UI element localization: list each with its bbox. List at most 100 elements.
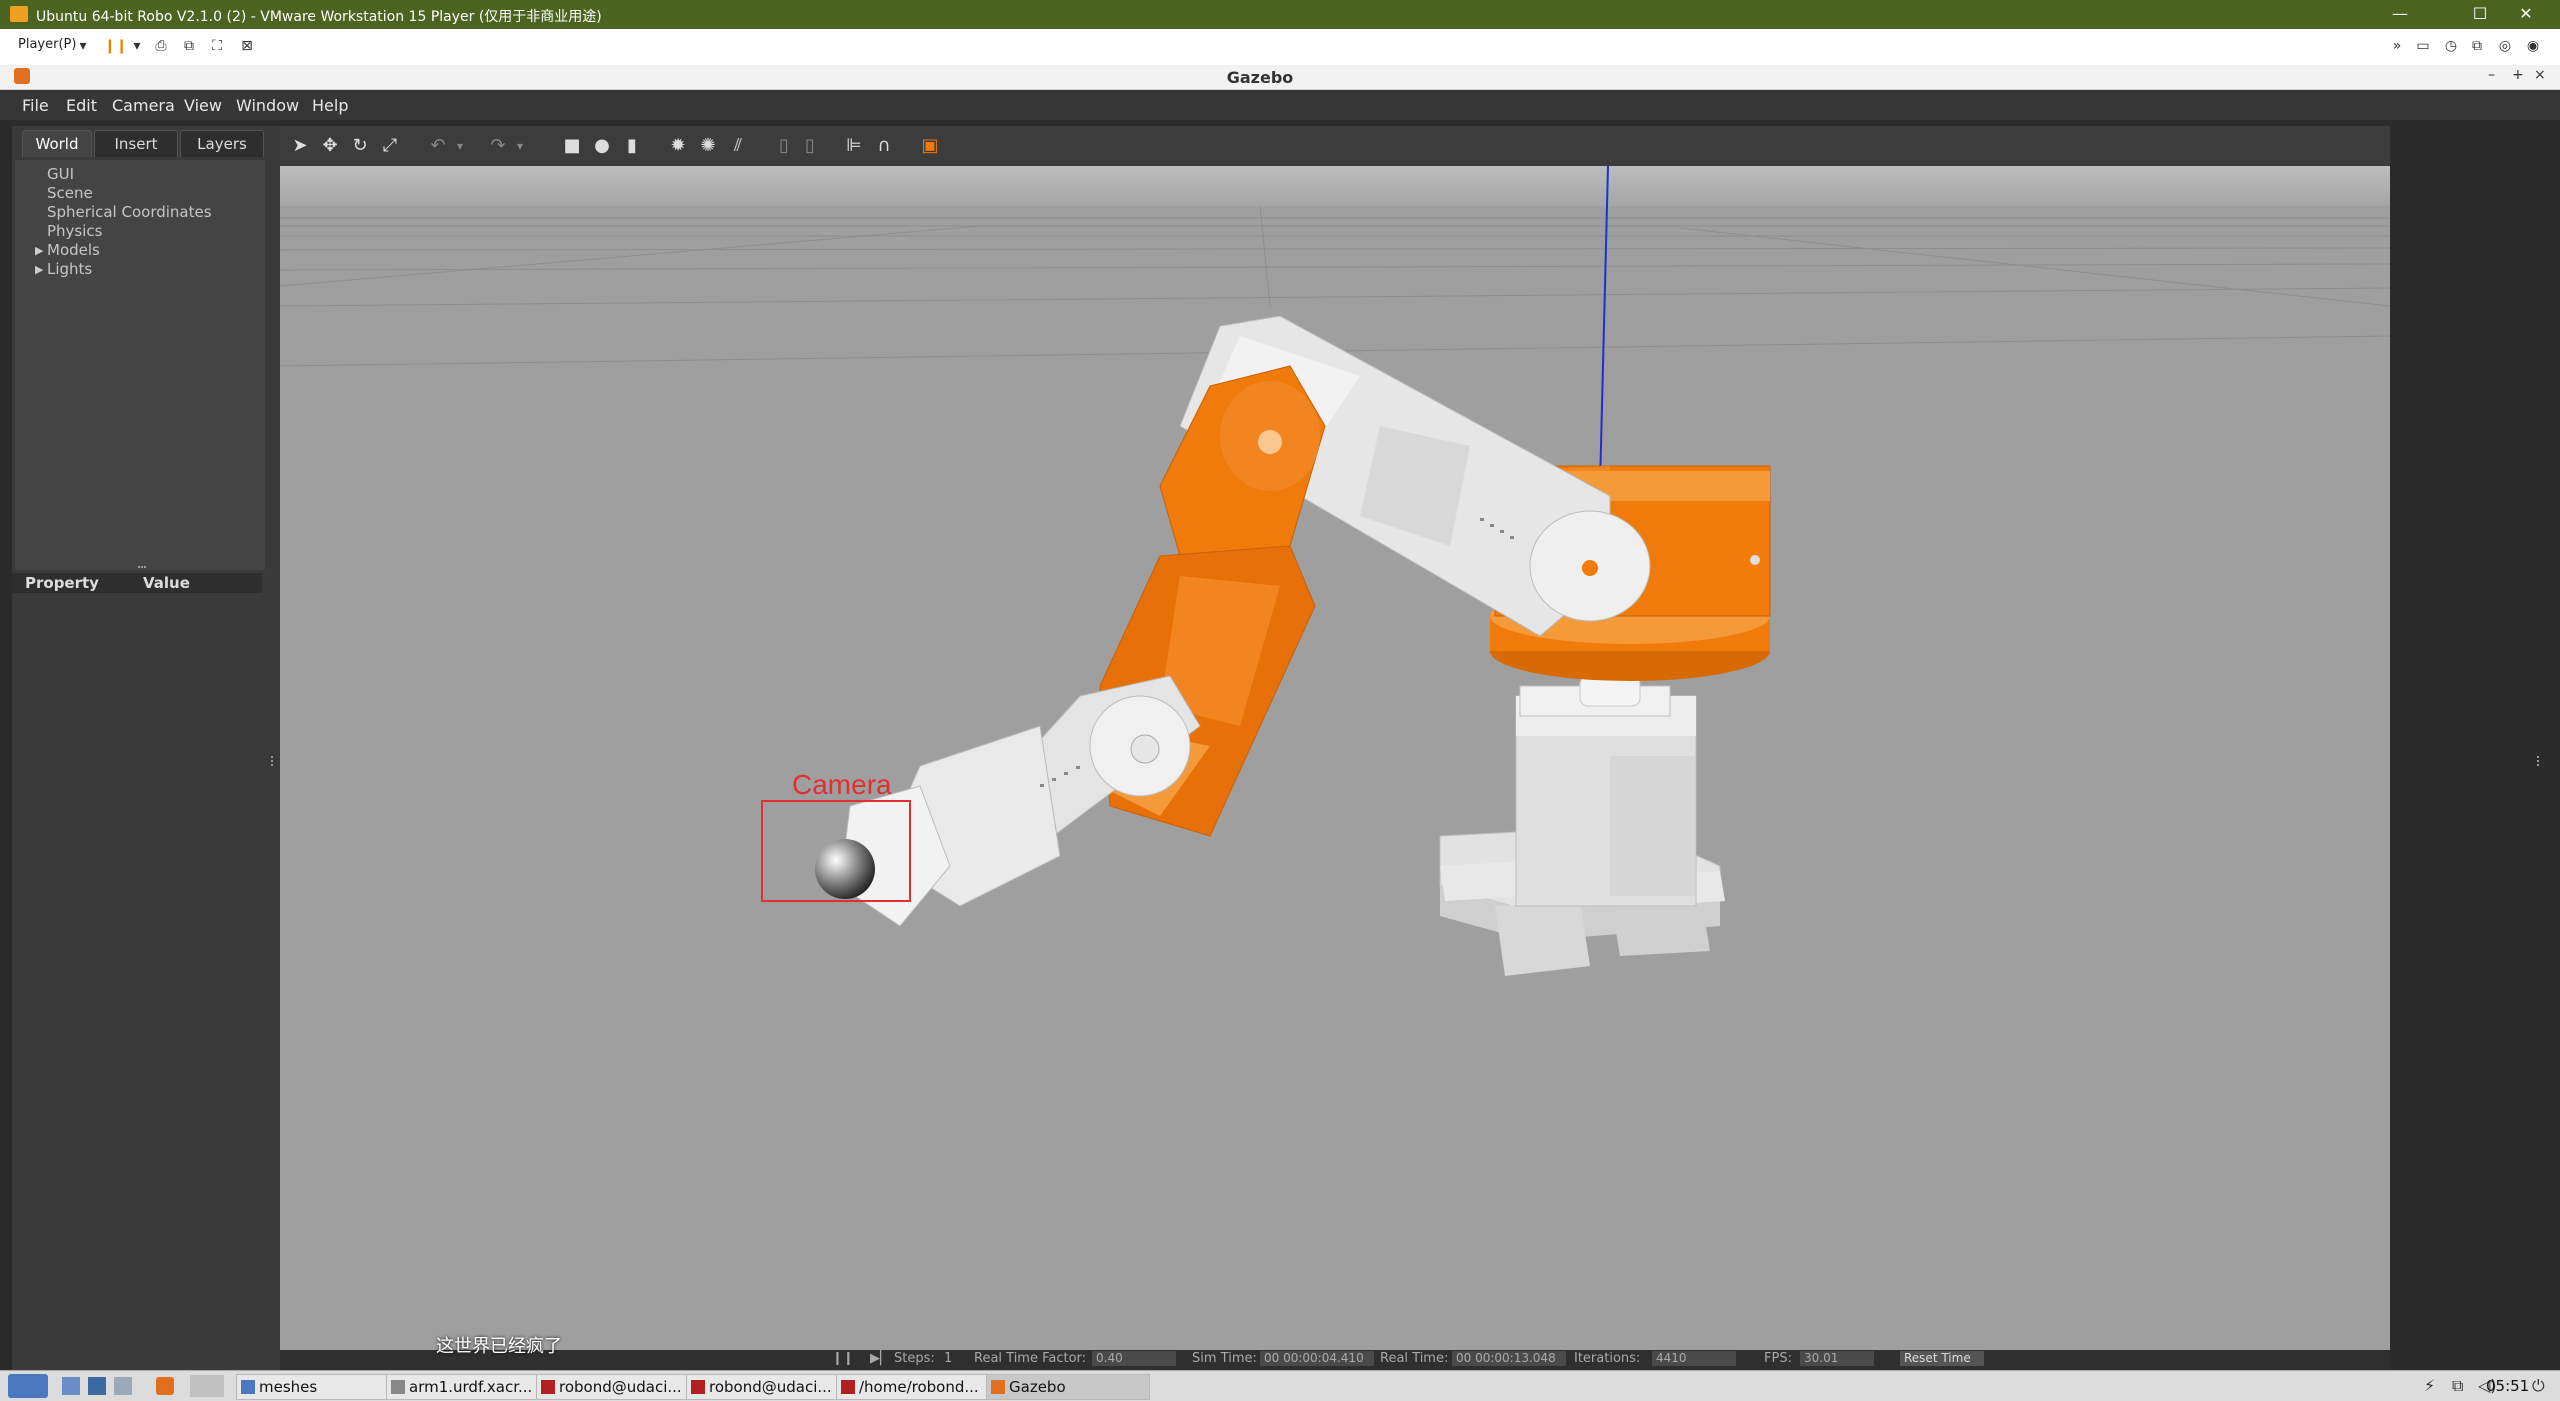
tree-item-models[interactable]: Models xyxy=(47,241,100,259)
unity-icon[interactable]: ⊠ xyxy=(238,38,256,54)
minimize-button[interactable]: — xyxy=(2380,3,2420,25)
dropdown-arrow-icon[interactable]: ▾ xyxy=(74,38,92,54)
expand-models-icon[interactable]: ▶ xyxy=(35,244,43,257)
tree-item-scene[interactable]: Scene xyxy=(47,184,93,202)
menu-view[interactable]: View xyxy=(184,96,222,115)
horizon-sky xyxy=(280,166,2390,206)
tree-item-spherical-coordinates[interactable]: Spherical Coordinates xyxy=(47,203,212,221)
window-title: Ubuntu 64-bit Robo V2.1.0 (2) - VMware W… xyxy=(36,9,602,25)
tab-insert[interactable]: Insert xyxy=(94,130,178,157)
redo-dropdown-icon[interactable]: ▾ xyxy=(510,136,530,156)
copy-icon[interactable]: ▯ xyxy=(774,136,794,156)
world-tree: GUI Scene Spherical Coordinates Physics … xyxy=(15,160,265,570)
rtf-value: 0.40 xyxy=(1092,1351,1176,1366)
expand-lights-icon[interactable]: ▶ xyxy=(35,263,43,276)
menu-window[interactable]: Window xyxy=(236,96,299,115)
directional-light-icon[interactable]: ⫽ xyxy=(728,136,748,156)
tree-item-gui[interactable]: GUI xyxy=(47,165,74,183)
tab-layers[interactable]: Layers xyxy=(180,130,264,157)
gazebo-title-bar: Gazebo – + × xyxy=(0,65,2560,90)
workspace-switcher[interactable] xyxy=(190,1375,224,1397)
undo-dropdown-icon[interactable]: ▾ xyxy=(450,136,470,156)
align-icon[interactable]: ⊫ xyxy=(844,136,864,156)
send-ctrl-alt-del-icon[interactable]: ⎙ xyxy=(152,38,170,54)
pause-icon[interactable]: ❙❙ xyxy=(104,38,127,54)
menu-help[interactable]: Help xyxy=(312,96,348,115)
task-arm1-urdf[interactable]: arm1.urdf.xacr... xyxy=(386,1374,550,1400)
terminal-launcher-icon[interactable] xyxy=(88,1377,106,1395)
iterations-value: 4410 xyxy=(1652,1351,1736,1366)
maximize-button[interactable]: ☐ xyxy=(2460,3,2500,25)
removable-devices-icon[interactable]: ⧉ xyxy=(180,38,198,54)
rtf-label: Real Time Factor: xyxy=(974,1351,1087,1366)
undo-icon[interactable]: ↶ xyxy=(428,136,448,156)
clock-icon[interactable]: ◷ xyxy=(2442,38,2460,54)
usb-icon[interactable]: ◎ xyxy=(2496,38,2514,54)
hdd-icon[interactable]: ▭ xyxy=(2414,38,2432,54)
steps-value[interactable]: 1 xyxy=(944,1351,952,1366)
fps-value: 30.01 xyxy=(1800,1351,1874,1366)
point-light-icon[interactable]: ✹ xyxy=(668,136,688,156)
tab-world[interactable]: World xyxy=(22,130,92,157)
task-home-folder[interactable]: /home/robond... xyxy=(836,1374,1000,1400)
cylinder-shape-icon[interactable]: ▮ xyxy=(622,136,642,156)
task-label: /home/robond... xyxy=(859,1378,979,1396)
gazebo-icon xyxy=(991,1380,1005,1394)
clock: 05:51 xyxy=(2486,1377,2530,1395)
tree-item-lights[interactable]: Lights xyxy=(47,260,92,278)
step-icon[interactable]: ▶▏ xyxy=(870,1351,890,1366)
task-terminal-1[interactable]: robond@udaci... xyxy=(536,1374,700,1400)
paste-icon[interactable]: ▯ xyxy=(800,136,820,156)
spot-light-icon[interactable]: ✺ xyxy=(698,136,718,156)
network-tray-icon[interactable]: ⧉ xyxy=(2452,1376,2463,1396)
menu-file[interactable]: File xyxy=(22,96,49,115)
property-column-header: Property xyxy=(25,574,99,592)
fullscreen-icon[interactable]: ⛶ xyxy=(208,38,226,54)
reset-time-button[interactable]: Reset Time xyxy=(1900,1351,1984,1366)
redo-icon[interactable]: ↷ xyxy=(488,136,508,156)
right-splitter-grip-icon[interactable] xyxy=(2537,756,2543,766)
iterations-label: Iterations: xyxy=(1574,1351,1641,1366)
snap-icon[interactable]: ∩ xyxy=(874,136,894,156)
gz-close-icon[interactable]: × xyxy=(2534,67,2546,83)
tree-item-physics[interactable]: Physics xyxy=(47,222,102,240)
menu-edit[interactable]: Edit xyxy=(66,96,97,115)
gz-maximize-icon[interactable]: + xyxy=(2512,67,2524,83)
start-menu-icon[interactable] xyxy=(8,1374,48,1398)
panel-splitter-grip-icon[interactable] xyxy=(138,566,146,571)
fps-label: FPS: xyxy=(1764,1351,1792,1366)
close-button[interactable]: ✕ xyxy=(2506,3,2546,25)
player-menu-button[interactable]: Player(P) xyxy=(18,37,76,52)
desktop-launcher-icon[interactable] xyxy=(114,1377,132,1395)
power-bolt-icon[interactable]: ⚡ xyxy=(2424,1376,2435,1395)
toolbar-more-icon[interactable]: » xyxy=(2388,38,2406,54)
menu-camera[interactable]: Camera xyxy=(112,96,175,115)
pause-dropdown-icon[interactable]: ▾ xyxy=(128,38,146,54)
gazebo-launcher-icon[interactable] xyxy=(156,1377,174,1395)
vmware-title-bar: Ubuntu 64-bit Robo V2.1.0 (2) - VMware W… xyxy=(0,0,2560,29)
select-mode-icon[interactable]: ➤ xyxy=(290,136,310,156)
sphere-shape-icon[interactable]: ● xyxy=(592,136,612,156)
3d-viewport[interactable]: Camera xyxy=(280,166,2390,1370)
gazebo-menubar: File Edit Camera View Window Help xyxy=(0,90,2560,120)
scale-mode-icon[interactable]: ⤢ xyxy=(380,136,400,156)
network-icon[interactable]: ⧉ xyxy=(2468,38,2486,54)
task-meshes[interactable]: meshes xyxy=(236,1374,400,1400)
translate-mode-icon[interactable]: ✥ xyxy=(320,136,340,156)
pause-sim-icon[interactable]: ❙❙ xyxy=(832,1351,854,1366)
taskbar: meshes arm1.urdf.xacr... robond@udaci...… xyxy=(0,1370,2560,1401)
change-view-icon[interactable]: ▣ xyxy=(920,136,940,156)
splitter-grip-icon[interactable] xyxy=(271,756,277,766)
terminal-icon xyxy=(541,1380,555,1394)
box-shape-icon[interactable]: ■ xyxy=(562,136,582,156)
rotate-mode-icon[interactable]: ↻ xyxy=(350,136,370,156)
sim-time-value: 00 00:00:04.410 xyxy=(1260,1351,1374,1366)
left-splitter[interactable] xyxy=(268,126,280,1370)
shutdown-icon[interactable]: ⏻ xyxy=(2532,1376,2545,1396)
text-editor-icon xyxy=(391,1380,405,1394)
gz-minimize-icon[interactable]: – xyxy=(2488,67,2495,83)
files-launcher-icon[interactable] xyxy=(62,1377,80,1395)
task-gazebo[interactable]: Gazebo xyxy=(986,1374,1150,1400)
task-terminal-2[interactable]: robond@udaci... xyxy=(686,1374,850,1400)
sound-icon[interactable]: ◉ xyxy=(2524,38,2542,54)
